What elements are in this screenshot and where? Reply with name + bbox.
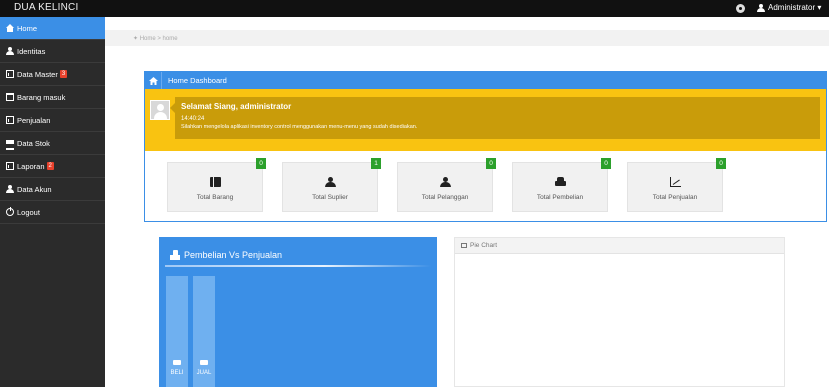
count-badge: 2 xyxy=(46,162,54,170)
stat-label: Total Pelanggan xyxy=(421,194,469,201)
welcome-banner: Selamat Siang, administrator 14:40:24 Si… xyxy=(145,89,826,151)
sidebar-item-data-master[interactable]: Data Master 3 xyxy=(0,63,105,86)
sidebar-item-data-akun[interactable]: Data Akun xyxy=(0,178,105,201)
stat-label: Total Barang xyxy=(196,194,234,201)
stat-total-suplier[interactable]: 1 Total Suplier xyxy=(282,158,381,212)
welcome-time: 14:40:24 xyxy=(181,116,205,122)
home-icon xyxy=(6,24,14,32)
pie-chart-title: Pie Chart xyxy=(470,242,498,249)
stat-total-pembelian[interactable]: 0 Total Pembelian xyxy=(512,158,611,212)
sidebar-item-penjualan[interactable]: Penjualan xyxy=(0,109,105,132)
line-chart-icon xyxy=(670,177,681,187)
users-icon xyxy=(440,177,451,187)
stat-label: Total Penjualan xyxy=(652,194,698,201)
count-badge: 3 xyxy=(59,70,68,78)
table-icon xyxy=(461,243,467,248)
user-menu-label: Administrator ▾ xyxy=(768,3,822,12)
stat-total-penjualan[interactable]: 0 Total Penjualan xyxy=(627,158,726,212)
home-icon[interactable] xyxy=(145,72,162,89)
panel-title: Home Dashboard xyxy=(168,76,227,85)
bar-card-title: Pembelian Vs Penjualan xyxy=(184,250,283,260)
car-icon xyxy=(555,177,566,187)
bar-beli: BELI xyxy=(166,276,188,387)
thumbs-up-icon xyxy=(170,250,180,260)
count-badge: 0 xyxy=(601,158,611,169)
sidebar-item-label: Data Master xyxy=(17,69,58,79)
bar-label: BELI xyxy=(170,370,184,376)
sidebar-item-laporan[interactable]: Laporan 2 xyxy=(0,155,105,178)
sidebar-item-label: Home xyxy=(17,23,38,33)
calendar-icon xyxy=(6,93,14,101)
user-menu[interactable]: Administrator ▾ xyxy=(757,3,821,12)
divider xyxy=(165,265,431,267)
sidebar-item-label: Barang masuk xyxy=(17,92,66,102)
breadcrumb: ✦ Home > home xyxy=(105,30,829,46)
pie-chart-header: Pie Chart xyxy=(455,238,784,254)
sidebar-item-label: Logout xyxy=(17,207,40,217)
count-badge: 1 xyxy=(371,158,381,169)
brand-logo[interactable]: DUA KELINCI xyxy=(14,2,78,13)
sidebar-item-label: Laporan xyxy=(17,161,45,171)
user-icon xyxy=(6,47,14,55)
panel-header: Home Dashboard xyxy=(145,72,826,89)
stat-label: Total Suplier xyxy=(312,194,348,201)
sidebar-item-label: Data Stok xyxy=(17,138,50,148)
avatar xyxy=(150,100,170,120)
count-badge: 0 xyxy=(716,158,726,169)
sidebar-item-home[interactable]: Home xyxy=(0,17,105,40)
bar-label: JUAL xyxy=(196,370,212,376)
chart-icon xyxy=(6,70,14,78)
stat-total-barang[interactable]: 0 Total Barang xyxy=(167,158,266,212)
sidebar-item-barang-masuk[interactable]: Barang masuk xyxy=(0,86,105,109)
car-icon xyxy=(173,360,181,365)
count-badge: 0 xyxy=(256,158,266,169)
bar-card: Pembelian Vs Penjualan BELI JUAL xyxy=(159,237,437,387)
welcome-message: Silahkan mengelola aplikasi inventory co… xyxy=(181,124,418,130)
chart-icon xyxy=(6,162,14,170)
user-icon xyxy=(6,185,14,193)
top-navbar: DUA KELINCI Administrator ▾ xyxy=(0,0,829,17)
car-icon xyxy=(200,360,208,365)
chart-icon xyxy=(6,116,14,124)
users-icon xyxy=(325,177,336,187)
power-icon xyxy=(6,207,14,216)
bar-jual: JUAL xyxy=(193,276,215,387)
sidebar-item-label: Identitas xyxy=(17,46,46,56)
user-icon xyxy=(757,3,765,12)
breadcrumb-text[interactable]: ✦ Home > home xyxy=(133,35,178,42)
sidebar-item-identitas[interactable]: Identitas xyxy=(0,40,105,63)
sidebar: Home Identitas Data Master 3 Barang masu… xyxy=(0,17,105,387)
list-icon xyxy=(6,139,14,150)
stat-label: Total Pembelian xyxy=(536,194,584,201)
book-icon xyxy=(210,177,221,187)
count-badge: 0 xyxy=(486,158,496,169)
stat-total-pelanggan[interactable]: 0 Total Pelanggan xyxy=(397,158,496,212)
welcome-message-box: Selamat Siang, administrator 14:40:24 Si… xyxy=(170,97,820,139)
sidebar-item-logout[interactable]: Logout xyxy=(0,201,105,224)
sidebar-item-label: Penjualan xyxy=(17,115,51,125)
sidebar-item-data-stok[interactable]: Data Stok xyxy=(0,132,105,155)
dashboard-panel: Home Dashboard Selamat Siang, administra… xyxy=(144,71,827,222)
sidebar-item-label: Data Akun xyxy=(17,184,52,194)
welcome-title: Selamat Siang, administrator xyxy=(181,102,292,111)
pie-chart-panel: Pie Chart xyxy=(454,237,785,387)
settings-icon[interactable] xyxy=(736,4,745,13)
